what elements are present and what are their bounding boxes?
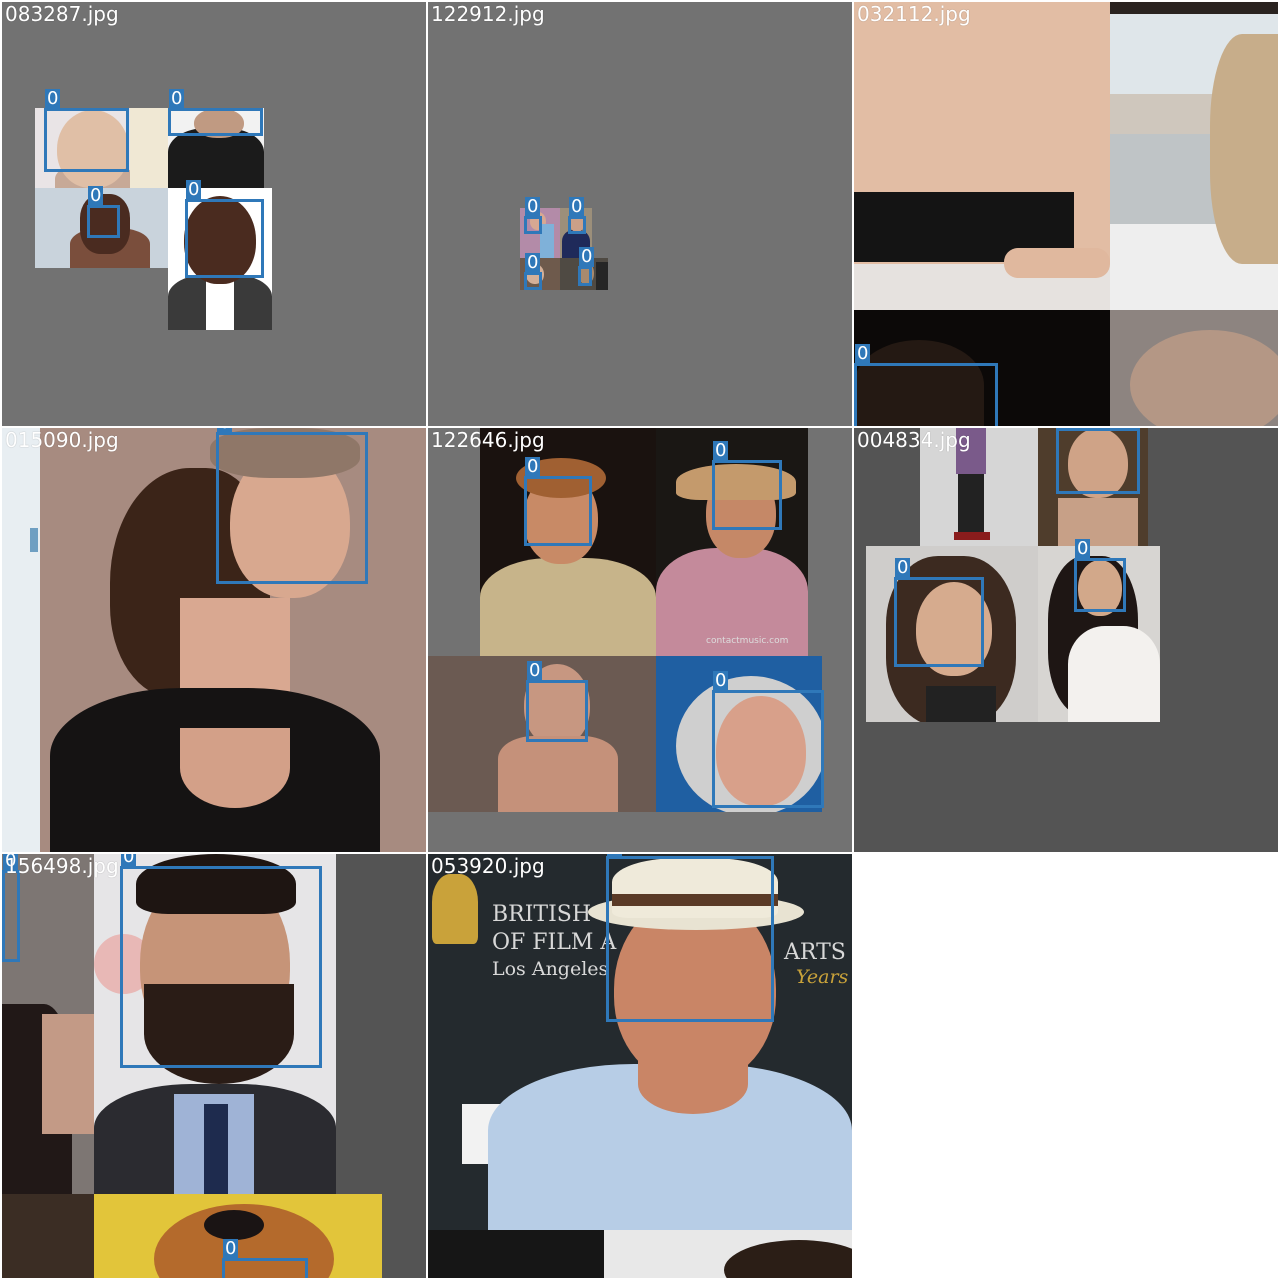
face-bounding-box: 0 bbox=[168, 89, 263, 136]
face-photo bbox=[2, 1194, 94, 1278]
mosaic-tile-1: 083287.jpg 0 0 0 0 bbox=[2, 2, 426, 426]
face-bounding-box: 0 bbox=[216, 428, 368, 584]
class-label: 0 bbox=[855, 343, 871, 364]
face-bounding-box: 0 bbox=[44, 89, 129, 172]
class-label: 0 bbox=[579, 246, 595, 267]
class-label: 0 bbox=[217, 428, 233, 433]
face-photo bbox=[854, 2, 1110, 310]
grid-divider bbox=[0, 852, 1280, 854]
tile-filename: 004834.jpg bbox=[857, 428, 971, 452]
mosaic-tile-4: 015090.jpg 0 bbox=[2, 428, 426, 852]
backdrop-text: Years bbox=[796, 966, 849, 988]
class-label: 0 bbox=[186, 179, 202, 200]
face-bounding-box: 0 bbox=[568, 197, 586, 234]
face-bounding-box: 0 bbox=[524, 457, 592, 546]
class-label: 0 bbox=[525, 252, 541, 273]
grid-divider bbox=[852, 0, 854, 1280]
class-label: 0 bbox=[1075, 538, 1091, 559]
mosaic-tile-3: 032112.jpg 0 bbox=[854, 2, 1278, 426]
face-bounding-box: 0 bbox=[524, 253, 542, 290]
face-photo bbox=[1110, 310, 1278, 426]
class-label: 0 bbox=[607, 854, 623, 857]
face-bounding-box: 0 bbox=[712, 671, 824, 808]
backdrop-text: Los Angeles bbox=[492, 958, 609, 980]
mosaic-tile-6: 004834.jpg 0 0 0 bbox=[854, 428, 1278, 852]
tile-filename: 122912.jpg bbox=[431, 2, 545, 26]
face-bounding-box: 0 bbox=[606, 854, 774, 1022]
watermark-text: contactmusic.com bbox=[706, 636, 789, 646]
face-bounding-box: 0 bbox=[526, 661, 588, 742]
class-label: 0 bbox=[713, 670, 729, 691]
backdrop-text: BRITISH bbox=[492, 902, 592, 927]
class-label: 0 bbox=[88, 185, 104, 206]
tile-filename: 122646.jpg bbox=[431, 428, 545, 452]
mosaic-tile-2: 122912.jpg 0 0 0 0 bbox=[428, 2, 852, 426]
face-bounding-box: 0 bbox=[854, 344, 998, 426]
class-label: 0 bbox=[895, 557, 911, 578]
face-photo bbox=[428, 1230, 604, 1278]
grid-divider bbox=[0, 426, 1280, 428]
mosaic-tile-7: 156498.jpg 0 0 0 bbox=[2, 854, 426, 1278]
class-label: 0 bbox=[1057, 428, 1073, 429]
class-label: 0 bbox=[527, 660, 543, 681]
class-label: 0 bbox=[525, 456, 541, 477]
face-bounding-box: 0 bbox=[185, 180, 264, 278]
face-bounding-box: 0 bbox=[1074, 539, 1126, 612]
class-label: 0 bbox=[569, 196, 585, 217]
class-label: 0 bbox=[525, 196, 541, 217]
face-bounding-box: 0 bbox=[524, 197, 542, 234]
backdrop-text: ARTS bbox=[784, 940, 846, 965]
face-bounding-box: 0 bbox=[578, 247, 595, 286]
backdrop-text: OF FILM A bbox=[492, 930, 617, 955]
tile-filename: 015090.jpg bbox=[5, 428, 119, 452]
face-bounding-box: 0 bbox=[1056, 428, 1140, 494]
tile-filename: 053920.jpg bbox=[431, 854, 545, 878]
face-bounding-box: 0 bbox=[712, 441, 782, 530]
mosaic-tile-8: 053920.jpg BRITISH OF FILM A Los Angeles… bbox=[428, 854, 852, 1278]
face-photo bbox=[604, 1230, 852, 1278]
face-bounding-box: 0 bbox=[894, 558, 984, 667]
face-bounding-box: 0 bbox=[87, 186, 120, 238]
class-label: 0 bbox=[121, 854, 137, 867]
tile-filename: 032112.jpg bbox=[857, 2, 971, 26]
class-label: 0 bbox=[713, 440, 729, 461]
empty-mosaic-cell bbox=[854, 854, 1280, 1280]
face-bounding-box: 0 bbox=[222, 1239, 308, 1278]
face-bounding-box: 0 bbox=[2, 854, 20, 962]
class-label: 0 bbox=[223, 1238, 239, 1259]
bafta-mask-icon bbox=[432, 874, 478, 944]
face-bounding-box: 0 bbox=[120, 854, 322, 1068]
class-label: 0 bbox=[45, 88, 61, 109]
class-label: 0 bbox=[169, 88, 185, 109]
mosaic-tile-5: 122646.jpg contactmusic.com 0 0 0 0 bbox=[428, 428, 852, 852]
tile-filename: 083287.jpg bbox=[5, 2, 119, 26]
face-photo bbox=[1110, 14, 1278, 310]
grid-divider bbox=[426, 0, 428, 1280]
tile-filename: 156498.jpg bbox=[5, 854, 119, 878]
